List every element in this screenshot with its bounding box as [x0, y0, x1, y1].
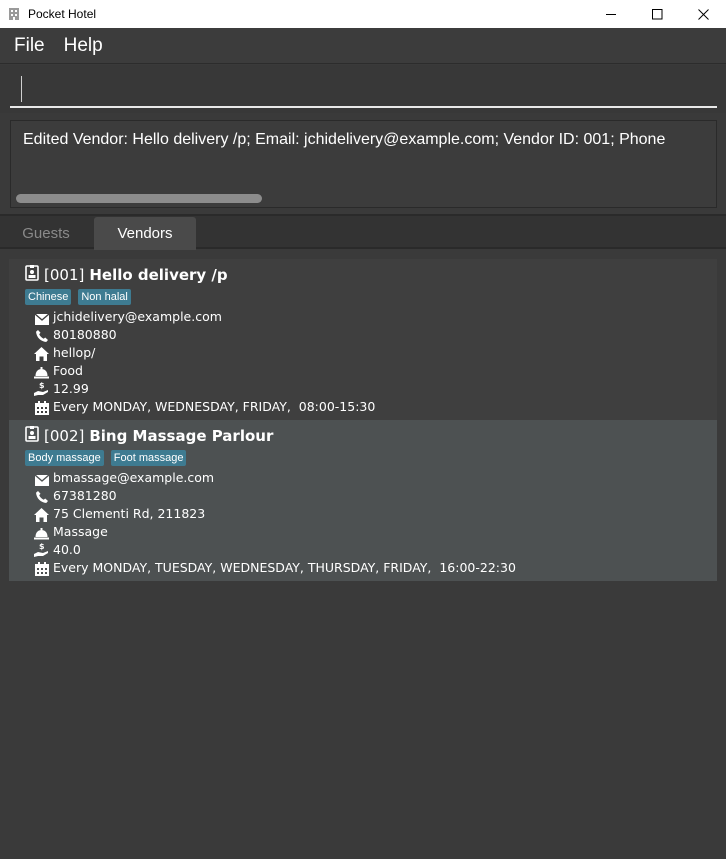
menu-bar: File Help: [0, 28, 726, 64]
vendor-name: Hello delivery /p: [89, 266, 228, 284]
vendor-schedule-row: Every MONDAY, TUESDAY, WEDNESDAY, THURSD…: [33, 558, 516, 576]
vendor-schedule: Every MONDAY, WEDNESDAY, FRIDAY, 08:00-1…: [53, 398, 376, 414]
vendor-email-row: bmassage@example.com: [33, 468, 214, 486]
tag: Chinese: [25, 289, 72, 305]
vendor-list: [001] Hello delivery /p Chinese Non hala…: [9, 259, 717, 581]
window-controls: [588, 0, 726, 28]
vendor-address: hellop/: [53, 344, 96, 360]
text-caret: [21, 76, 22, 102]
vendor-card[interactable]: [001] Hello delivery /p Chinese Non hala…: [9, 259, 717, 420]
vendor-badge-icon: [25, 426, 39, 446]
title-bar: Pocket Hotel: [0, 0, 726, 28]
tag: Foot massage: [110, 450, 187, 466]
money-hand-icon: $: [33, 541, 50, 558]
phone-icon: [33, 326, 50, 343]
svg-text:$: $: [39, 542, 45, 551]
vendor-service: Food: [53, 362, 83, 378]
house-icon: [33, 505, 50, 522]
vendor-cost-row: $ 12.99: [33, 379, 89, 397]
vendor-phone-row: 80180880: [33, 325, 117, 343]
vendor-address-row: hellop/: [33, 343, 95, 361]
tab-guests[interactable]: Guests: [0, 217, 92, 250]
vendor-phone: 67381280: [53, 487, 117, 503]
command-input[interactable]: [10, 71, 717, 108]
vendor-phone-row: 67381280: [33, 486, 117, 504]
service-bell-icon: [33, 523, 50, 540]
calendar-icon: [33, 559, 50, 576]
vendor-service-row: Food: [33, 361, 83, 379]
tag: Non halal: [78, 289, 131, 305]
vendor-email: jchidelivery@example.com: [53, 308, 222, 324]
vendor-header: [001] Hello delivery /p: [25, 265, 228, 285]
vendor-email-row: jchidelivery@example.com: [33, 307, 222, 325]
vendor-cost-row: $ 40.0: [33, 540, 81, 558]
vendor-tags: Chinese Non halal: [25, 289, 138, 305]
phone-icon: [33, 487, 50, 504]
vendor-cost: 12.99: [53, 380, 89, 396]
vendor-service: Massage: [53, 523, 108, 539]
maximize-icon[interactable]: [634, 0, 680, 28]
result-display: Edited Vendor: Hello delivery /p; Email:…: [10, 120, 717, 208]
tab-vendors[interactable]: Vendors: [94, 217, 196, 250]
vendor-name: Bing Massage Parlour: [89, 427, 274, 445]
vendor-tags: Body massage Foot massage: [25, 450, 193, 466]
window-title: Pocket Hotel: [28, 7, 97, 21]
tab-strip: Guests Vendors: [0, 214, 726, 250]
close-icon[interactable]: [680, 0, 726, 28]
vendor-phone: 80180880: [53, 326, 117, 342]
horizontal-scrollbar[interactable]: [16, 194, 262, 203]
service-bell-icon: [33, 362, 50, 379]
vendor-cost: 40.0: [53, 541, 81, 557]
tag: Body massage: [25, 450, 104, 466]
vendor-service-row: Massage: [33, 522, 108, 540]
money-hand-icon: $: [33, 380, 50, 397]
vendor-id: [002]: [44, 427, 85, 445]
vendor-header: [002] Bing Massage Parlour: [25, 426, 273, 446]
minimize-icon[interactable]: [588, 0, 634, 28]
svg-text:$: $: [39, 381, 45, 390]
vendor-schedule: Every MONDAY, TUESDAY, WEDNESDAY, THURSD…: [53, 559, 516, 575]
envelope-icon: [33, 469, 50, 486]
result-message: Edited Vendor: Hello delivery /p; Email:…: [23, 131, 666, 148]
menu-file[interactable]: File: [14, 35, 45, 57]
menu-help[interactable]: Help: [64, 35, 103, 57]
vendor-badge-icon: [25, 265, 39, 285]
vendor-address: 75 Clementi Rd, 211823: [53, 505, 206, 521]
envelope-icon: [33, 308, 50, 325]
command-box: [0, 65, 726, 113]
house-icon: [33, 344, 50, 361]
vendor-card[interactable]: [002] Bing Massage Parlour Body massage …: [9, 420, 717, 581]
hotel-app-icon: [8, 7, 20, 21]
vendor-schedule-row: Every MONDAY, WEDNESDAY, FRIDAY, 08:00-1…: [33, 397, 375, 415]
vendor-id: [001]: [44, 266, 85, 284]
vendor-address-row: 75 Clementi Rd, 211823: [33, 504, 205, 522]
vendor-email: bmassage@example.com: [53, 469, 215, 485]
calendar-icon: [33, 398, 50, 415]
